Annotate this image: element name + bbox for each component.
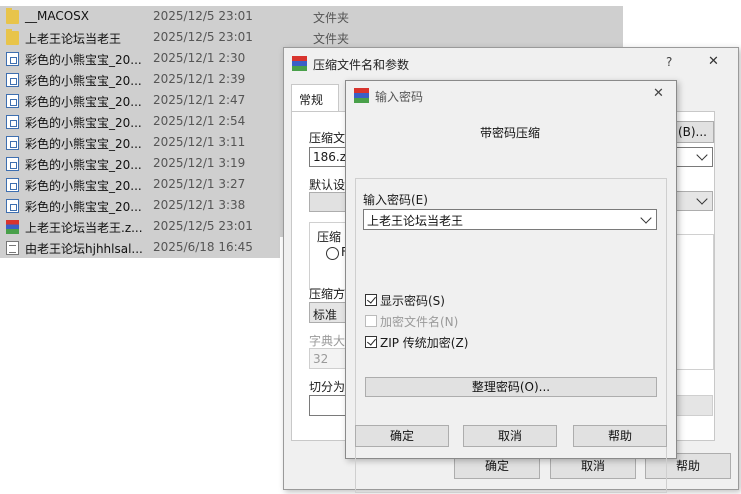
password-ok-label: 确定 [389,429,414,443]
password-cancel-label: 取消 [497,429,522,443]
winrar-archive-icon [6,220,19,234]
help-icon[interactable]: ? [666,55,672,69]
file-date: 2025/12/1 2:54 [153,114,246,128]
file-date: 2025/12/5 23:01 [153,30,253,44]
document-icon [6,178,19,192]
file-date: 2025/12/1 3:19 [153,156,246,170]
file-name: 彩色的小熊宝宝_20... [25,95,142,109]
tab-general[interactable]: 常规 [291,84,339,112]
document-icon [6,136,19,150]
winrar-icon [354,88,369,103]
file-name: 彩色的小熊宝宝_20... [25,74,142,88]
browse-button-label: (B)... [677,125,707,139]
close-icon[interactable]: ✕ [708,54,719,69]
chevron-down-icon[interactable] [640,212,652,224]
winrar-icon [292,56,307,71]
dict-label: 字典大 [309,334,346,348]
help-button-label: 帮助 [675,459,700,473]
document-icon [6,52,19,66]
file-name: 彩色的小熊宝宝_20... [25,137,142,151]
zip-legacy-label: ZIP 传统加密(Z) [380,336,469,350]
password-help-label: 帮助 [607,429,632,443]
file-date: 2025/12/1 2:30 [153,51,246,65]
file-name: 由老王论坛hjhhlsal... [25,242,143,256]
chevron-down-icon[interactable] [696,193,708,205]
file-name: 彩色的小熊宝宝_20... [25,116,142,130]
archive-dialog-title: 压缩文件名和参数 [313,58,410,72]
file-row[interactable]: 上老王论坛当老王 2025/12/5 23:01 文件夹 [0,27,623,48]
password-input[interactable]: 上老王论坛当老王 [363,209,657,230]
document-icon [6,94,19,108]
file-name: 上老王论坛当老王 [25,32,122,46]
password-dialog: 输入密码 ✕ 带密码压缩 输入密码(E) 上老王论坛当老王 显示密码(S) 加密… [345,80,677,493]
file-date: 2025/12/1 2:47 [153,93,246,107]
password-help-button[interactable]: 帮助 [573,425,667,447]
file-name: 彩色的小熊宝宝_20... [25,179,142,193]
file-row[interactable]: __MACOSX 2025/12/5 23:01 文件夹 [0,6,623,27]
show-password-label: 显示密码(S) [380,294,445,308]
password-dialog-title: 输入密码 [375,90,424,104]
archive-name-label: 压缩文 [309,131,346,145]
split-label: 切分为 [309,380,346,394]
tab-general-label: 常规 [299,93,324,107]
file-row[interactable]: 由老王论坛hjhhlsal... 2025/6/18 16:45 [0,237,280,258]
encrypt-filenames-checkbox [365,315,377,327]
file-name: 上老王论坛当老王.z... [25,221,143,235]
method-combo[interactable]: 标准 [309,302,349,323]
format-group-label: 压缩 [317,228,342,245]
file-name: 彩色的小熊宝宝_20... [25,200,142,214]
dict-combo: 32 [309,348,349,369]
organize-passwords-button[interactable]: 整理密码(O)... [365,377,657,397]
file-name: __MACOSX [25,9,90,23]
split-input[interactable] [309,395,349,416]
format-radio[interactable] [326,247,339,260]
file-date: 2025/12/1 3:27 [153,177,246,191]
close-icon[interactable]: ✕ [653,86,664,101]
file-date: 2025/12/1 3:38 [153,198,246,212]
file-type: 文件夹 [313,32,350,46]
encrypt-filenames-label: 加密文件名(N) [380,315,459,329]
organize-passwords-label: 整理密码(O)... [471,380,551,394]
file-date: 2025/12/5 23:01 [153,219,253,233]
method-value: 标准 [313,308,338,322]
password-heading: 带密码压缩 [480,126,541,140]
dict-value: 32 [313,352,329,366]
file-date: 2025/12/5 23:01 [153,9,253,23]
document-icon [6,157,19,171]
folder-icon [6,29,19,45]
folder-icon [6,8,19,24]
method-label: 压缩方 [309,287,346,301]
file-date: 2025/12/1 3:11 [153,135,246,149]
zip-legacy-checkbox[interactable] [365,336,377,348]
password-cancel-button[interactable]: 取消 [463,425,557,447]
document-icon [6,199,19,213]
file-name: 彩色的小熊宝宝_20... [25,158,142,172]
file-date: 2025/12/1 2:39 [153,72,246,86]
file-type: 文件夹 [313,11,350,25]
file-date: 2025/6/18 16:45 [153,240,253,254]
document-icon [6,73,19,87]
default-settings-label: 默认设 [309,178,346,192]
password-value: 上老王论坛当老王 [367,214,464,228]
document-icon [6,115,19,129]
default-settings-button[interactable] [309,192,349,212]
file-name: 彩色的小熊宝宝_20... [25,53,142,67]
password-ok-button[interactable]: 确定 [355,425,449,447]
chevron-down-icon[interactable] [696,149,708,161]
password-label: 输入密码(E) [363,193,428,207]
text-file-icon [6,241,19,255]
show-password-checkbox[interactable] [365,294,377,306]
